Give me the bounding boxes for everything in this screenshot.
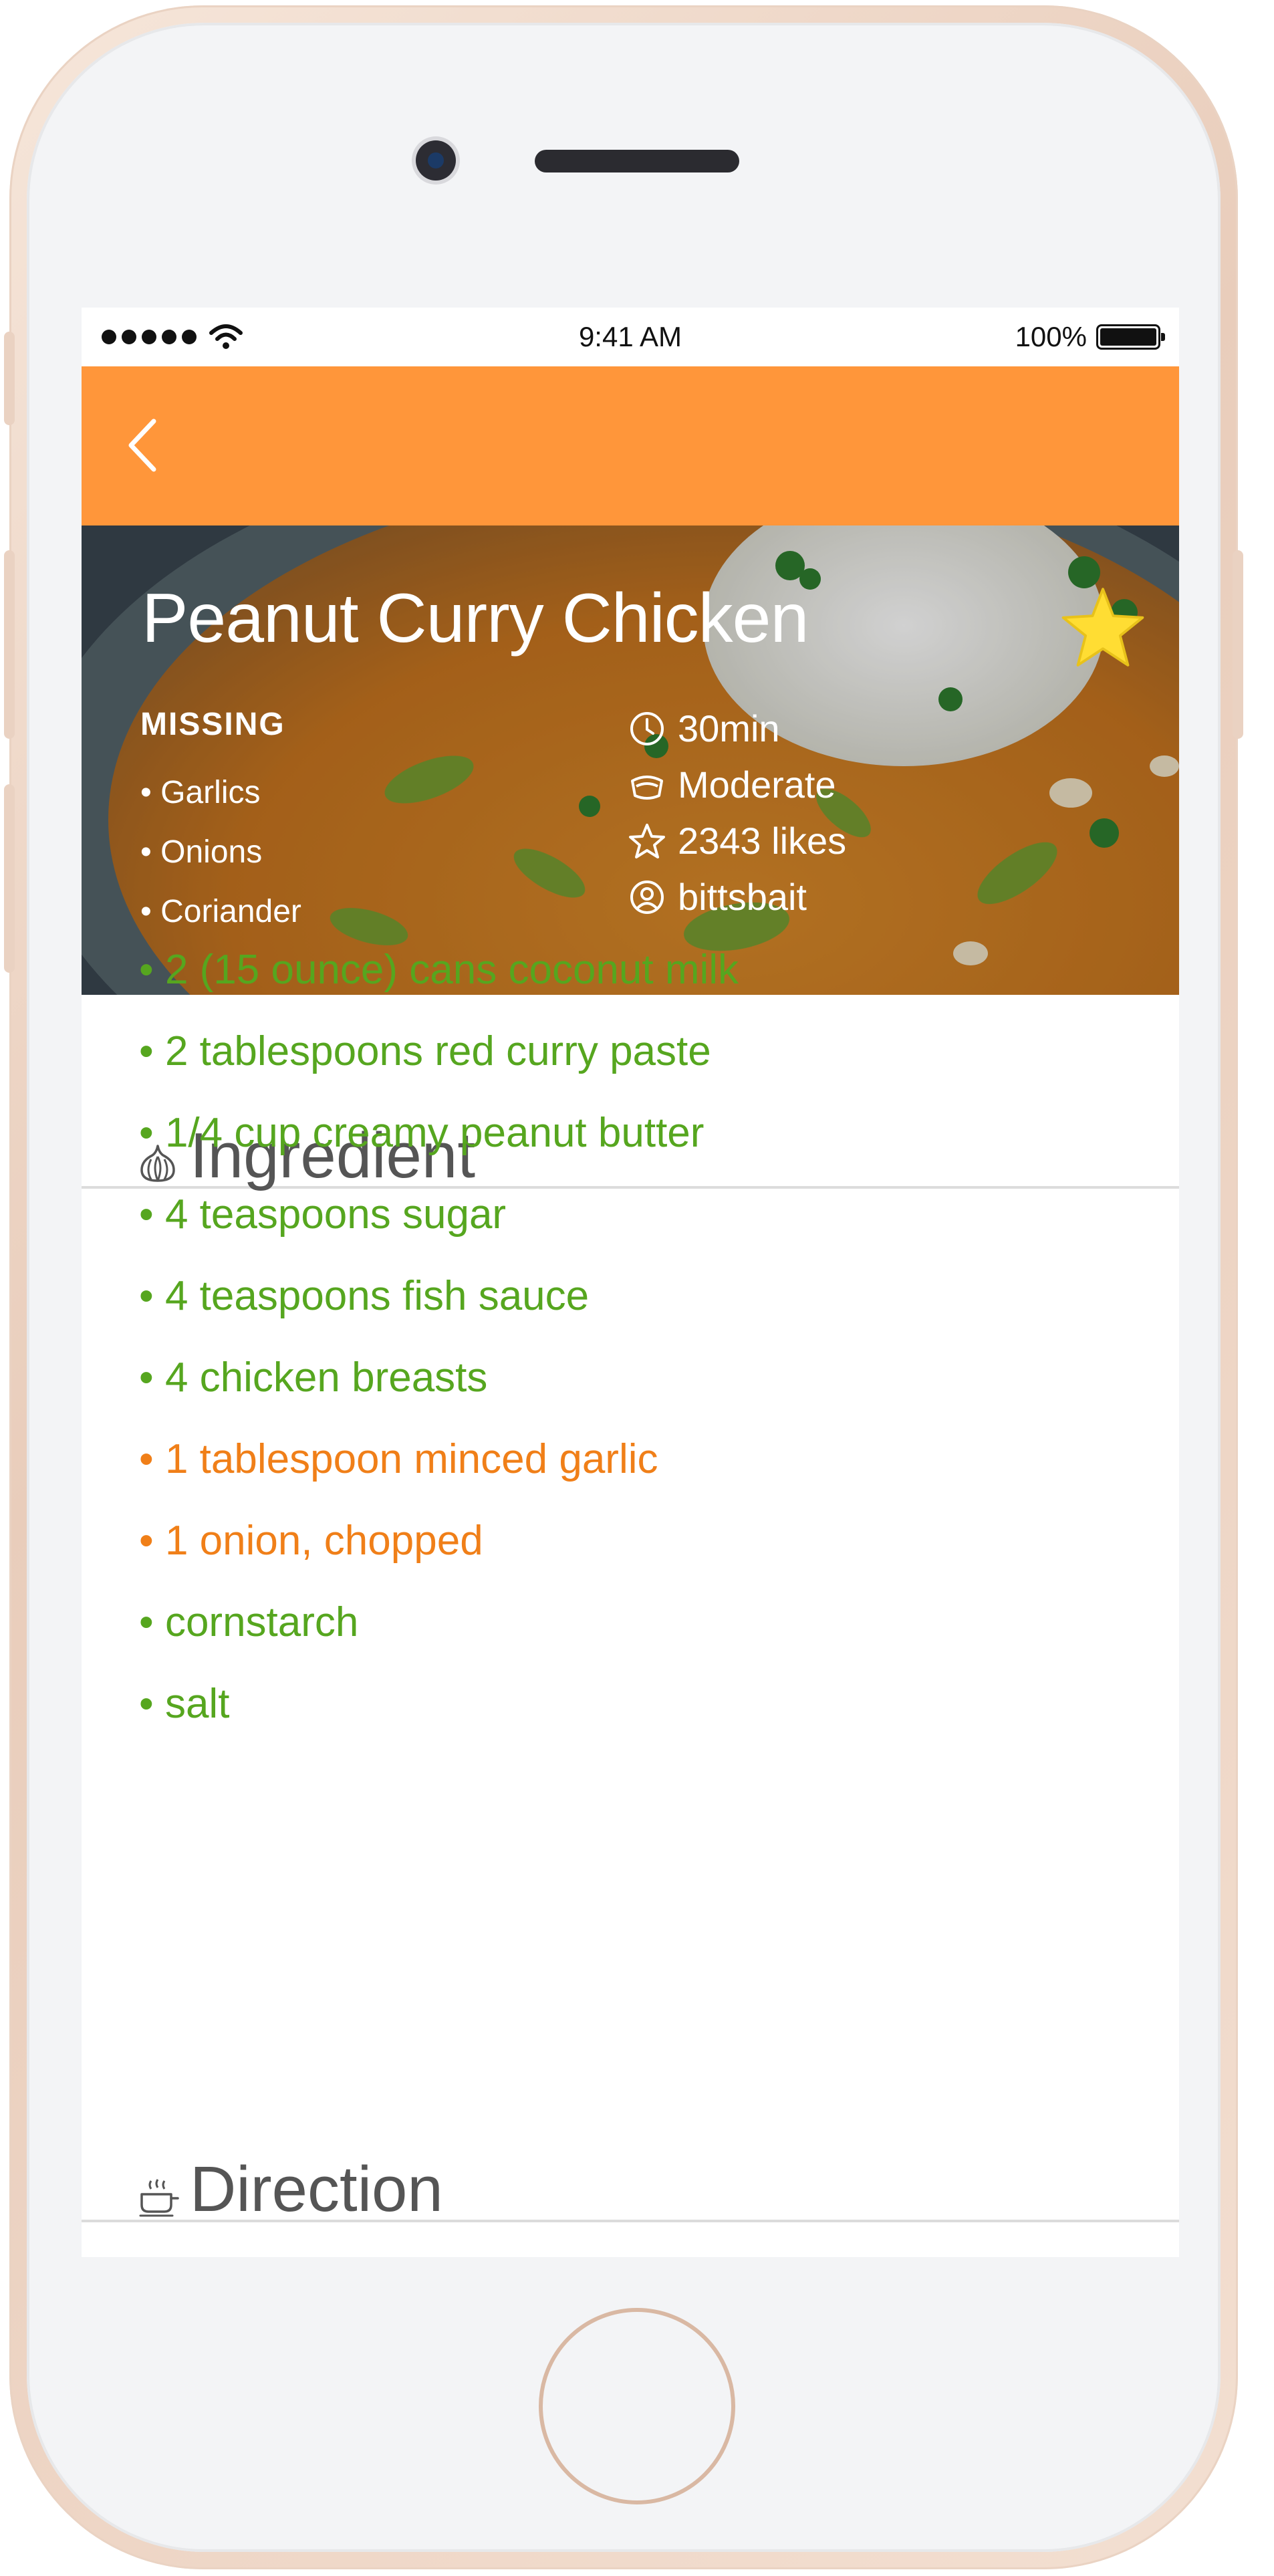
recipe-meta: 30min Moderate 2343 likes bittsbait (628, 701, 846, 925)
app-screen: 9:41 AM 100% Peanut Curry Chicken MISSIN… (82, 308, 1179, 2257)
difficulty-icon (631, 776, 663, 800)
ingredient-item: • 4 teaspoons sugar (139, 1191, 507, 1238)
user-icon (630, 881, 664, 914)
favorite-star-icon[interactable] (1059, 586, 1147, 669)
battery-icon (1096, 324, 1165, 350)
ingredient-item: • 2 tablespoons red curry paste (139, 1028, 711, 1074)
ingredient-item: • 4 teaspoons fish sauce (139, 1273, 590, 1319)
missing-item: • Garlics (140, 775, 261, 810)
silent-switch (4, 332, 15, 425)
app-bar (82, 366, 1179, 525)
ingredient-item-missing: • 1 tablespoon minced garlic (139, 1436, 658, 1482)
direction-heading: Direction (190, 2153, 443, 2225)
power-button (1233, 550, 1243, 739)
star-outline-icon (629, 824, 665, 858)
volume-down-button (4, 784, 15, 973)
meta-author[interactable]: bittsbait (628, 869, 846, 925)
meta-likes: 2343 likes (628, 813, 846, 869)
home-button[interactable] (539, 2308, 735, 2504)
recipe-hero: Peanut Curry Chicken MISSING • Garlics •… (82, 525, 1179, 995)
ingredient-item: • 2 (15 ounce) cans coconut milk (139, 947, 739, 993)
clock-icon (630, 712, 664, 745)
ingredient-list: • 2 (15 ounce) cans coconut milk • 2 tab… (139, 929, 739, 1745)
earpiece-speaker (535, 150, 739, 172)
battery-percent: 100% (1015, 321, 1087, 352)
recipe-title: Peanut Curry Chicken (142, 580, 809, 657)
missing-list: • Garlics • Onions • Coriander (140, 763, 301, 941)
ingredient-item: • salt (139, 1681, 230, 1727)
meta-difficulty: Moderate (628, 757, 846, 813)
battery-status: 100% (1015, 321, 1165, 353)
back-arrow-icon[interactable] (119, 412, 166, 479)
direction-header: Direction (82, 2142, 1179, 2225)
status-bar: 9:41 AM 100% (82, 308, 1179, 366)
volume-up-button (4, 550, 15, 739)
ingredient-item: • cornstarch (139, 1599, 359, 1645)
missing-item: • Onions (140, 834, 263, 870)
ingredient-item-missing: • 1 onion, chopped (139, 1518, 483, 1564)
ingredient-item: • 1/4 cup creamy peanut butter (139, 1110, 705, 1156)
meta-time: 30min (628, 701, 846, 757)
front-camera (416, 140, 456, 181)
missing-heading: MISSING (140, 707, 285, 742)
ingredient-item: • 4 chicken breasts (139, 1355, 488, 1401)
cooking-pot-icon (139, 2179, 179, 2217)
